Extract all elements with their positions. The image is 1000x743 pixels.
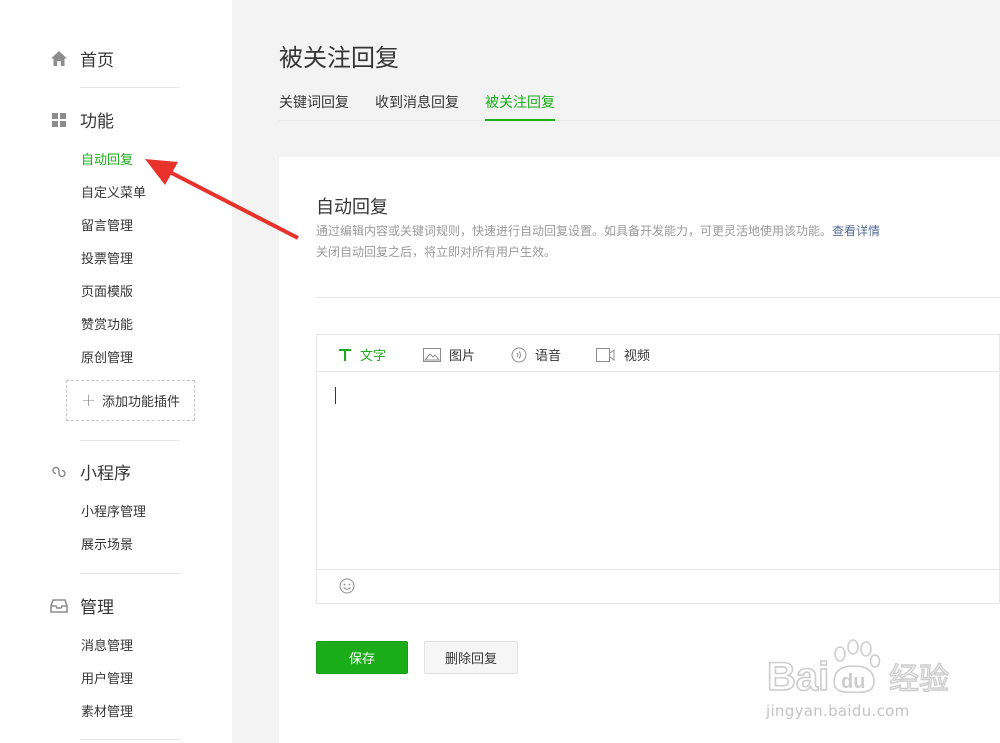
sidebar-item-original[interactable]: 原创管理 [81, 347, 133, 366]
sidebar-divider [80, 87, 180, 88]
voice-icon [511, 347, 527, 363]
inbox-icon [50, 597, 68, 615]
reply-editor: 文字 图片 语音 视频 [316, 334, 1000, 604]
card-divider [316, 297, 1000, 298]
sidebar: 首页 功能 自动回复 自定义菜单 留言管理 投票管理 页面模版 赞赏功能 原创管… [0, 0, 232, 743]
sidebar-item-users[interactable]: 用户管理 [81, 668, 133, 687]
sidebar-item-page-templates[interactable]: 页面模版 [81, 281, 133, 300]
add-plugin-label: 添加功能插件 [102, 395, 181, 410]
tab-bar: 关键词回复 收到消息回复 被关注回复 [279, 92, 1000, 121]
tab-keyword-reply[interactable]: 关键词回复 [279, 92, 349, 121]
sidebar-functions-label: 功能 [80, 112, 114, 132]
sidebar-item-comments[interactable]: 留言管理 [81, 215, 133, 234]
image-tab[interactable]: 图片 [423, 345, 475, 364]
sidebar-divider [80, 739, 180, 740]
save-button[interactable]: 保存 [316, 641, 408, 674]
voice-tab[interactable]: 语音 [511, 345, 561, 364]
card-title: 自动回复 [316, 197, 388, 218]
details-link[interactable]: 查看详情 [832, 224, 880, 238]
add-plugin-button[interactable]: + 添加功能插件 [66, 380, 195, 421]
grid-icon [50, 111, 68, 129]
svg-text:du: du [841, 671, 865, 693]
sidebar-item-votes[interactable]: 投票管理 [81, 248, 133, 267]
text-caret [335, 387, 336, 404]
description-line-1: 通过编辑内容或关键词规则，快速进行自动回复设置。如具备开发能力，可更灵活地使用该… [316, 222, 880, 239]
svg-text:Bai: Bai [767, 655, 829, 699]
video-icon [596, 347, 616, 362]
sidebar-manage-label: 管理 [80, 598, 114, 618]
sidebar-item-materials[interactable]: 素材管理 [81, 701, 133, 720]
watermark-url: jingyan.baidu.com [766, 702, 910, 720]
voice-tab-label: 语音 [535, 349, 562, 364]
tab-message-reply[interactable]: 收到消息回复 [375, 92, 459, 121]
sidebar-section-miniprogram[interactable]: 小程序 [50, 459, 131, 484]
plus-icon: + [80, 390, 97, 411]
sidebar-divider [80, 573, 180, 574]
sidebar-item-auto-reply[interactable]: 自动回复 [81, 149, 133, 168]
page-title: 被关注回复 [279, 44, 399, 72]
baidu-watermark-logo: Bai du 经验 [765, 634, 955, 704]
sidebar-miniprogram-label: 小程序 [80, 464, 131, 484]
watermark-brand-cn: 经验 [889, 662, 949, 697]
description-line-2: 关闭自动回复之后，将立即对所有用户生效。 [316, 245, 557, 259]
image-icon [423, 347, 441, 362]
sidebar-item-miniprogram-manage[interactable]: 小程序管理 [81, 501, 146, 520]
text-tab-label: 文字 [360, 349, 387, 364]
video-tab-label: 视频 [624, 349, 651, 364]
home-icon [50, 50, 68, 68]
editor-footer [317, 569, 999, 603]
link-icon [50, 463, 68, 481]
text-icon [338, 348, 352, 362]
sidebar-item-home[interactable]: 首页 [50, 46, 114, 71]
tab-follow-reply[interactable]: 被关注回复 [485, 92, 555, 121]
emoji-icon[interactable] [339, 578, 355, 598]
video-tab[interactable]: 视频 [596, 345, 650, 364]
sidebar-section-manage[interactable]: 管理 [50, 593, 114, 618]
text-tab[interactable]: 文字 [338, 345, 386, 364]
description-text: 通过编辑内容或关键词规则，快速进行自动回复设置。如具备开发能力，可更灵活地使用该… [316, 224, 833, 238]
sidebar-item-scenes[interactable]: 展示场景 [81, 534, 133, 553]
sidebar-divider [80, 440, 180, 441]
sidebar-item-messages[interactable]: 消息管理 [81, 635, 133, 654]
sidebar-section-functions[interactable]: 功能 [50, 107, 114, 132]
editor-toolbar: 文字 图片 语音 视频 [317, 335, 999, 372]
image-tab-label: 图片 [449, 349, 476, 364]
sidebar-home-label: 首页 [80, 51, 114, 71]
sidebar-item-reward[interactable]: 赞赏功能 [81, 314, 133, 333]
sidebar-item-custom-menu[interactable]: 自定义菜单 [81, 182, 146, 201]
delete-reply-button[interactable]: 删除回复 [424, 641, 518, 674]
